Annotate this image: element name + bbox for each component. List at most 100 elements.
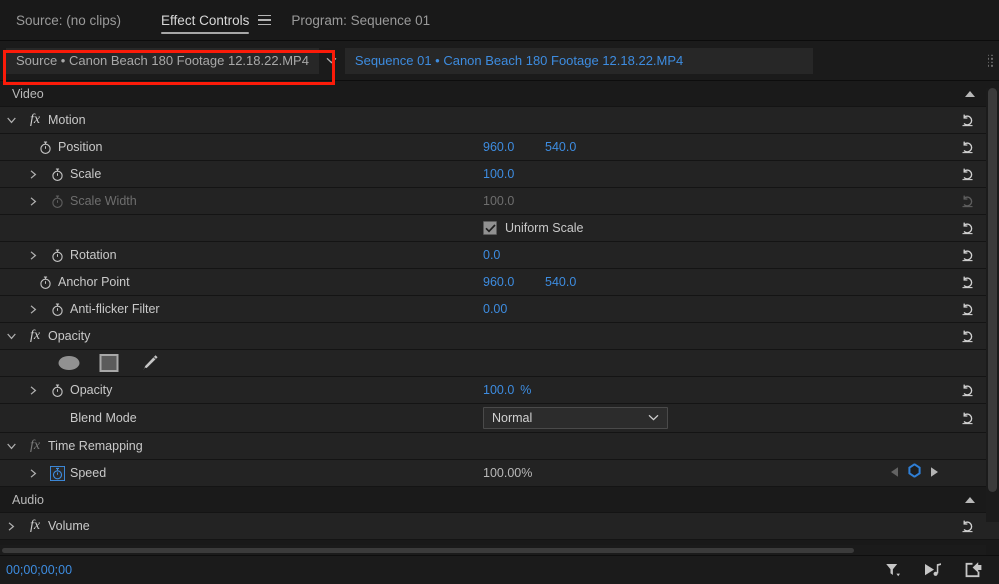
blend-mode-reset-icon[interactable] bbox=[959, 409, 977, 427]
rectangle-mask-icon[interactable] bbox=[96, 353, 122, 373]
opacity-effect-reset-icon[interactable] bbox=[959, 327, 977, 345]
anchor-point-values: 960.0 540.0 bbox=[483, 269, 607, 295]
time-remapping-disclosure-icon[interactable] bbox=[0, 443, 22, 450]
scale-stopwatch-icon[interactable] bbox=[44, 167, 70, 182]
opacity-disclosure-icon[interactable] bbox=[0, 333, 22, 340]
ellipse-mask-icon[interactable] bbox=[56, 353, 82, 373]
opacity-reset-icon[interactable] bbox=[959, 381, 977, 399]
anti-flicker-value[interactable]: 0.00 bbox=[483, 302, 545, 316]
property-uniform-scale[interactable]: Uniform Scale bbox=[0, 215, 999, 242]
panel-menu-icon[interactable] bbox=[255, 0, 273, 41]
scale-width-disclosure-icon[interactable] bbox=[22, 196, 44, 206]
anchor-point-stopwatch-icon[interactable] bbox=[32, 275, 58, 290]
anti-flicker-values: 0.00 bbox=[483, 296, 545, 322]
timecode-display[interactable]: 00;00;00;00 bbox=[0, 563, 72, 577]
anti-flicker-reset-icon[interactable] bbox=[959, 300, 977, 318]
effect-volume[interactable]: fx Volume bbox=[0, 513, 999, 540]
add-keyframe-icon[interactable] bbox=[908, 463, 921, 483]
motion-fx-icon: fx bbox=[29, 112, 41, 127]
panel-tab-bar: Source: (no clips) Effect Controls Progr… bbox=[0, 0, 999, 41]
property-speed[interactable]: Speed 100.00% bbox=[0, 460, 999, 487]
property-anti-flicker-filter[interactable]: Anti-flicker Filter 0.00 bbox=[0, 296, 999, 323]
panel-bottom-bar: 00;00;00;00 bbox=[0, 555, 999, 584]
vertical-scrollbar-thumb[interactable] bbox=[988, 88, 997, 492]
position-stopwatch-icon[interactable] bbox=[32, 140, 58, 155]
scale-disclosure-icon[interactable] bbox=[22, 169, 44, 179]
effect-time-remapping[interactable]: fx Time Remapping bbox=[0, 433, 999, 460]
panel-drag-grip[interactable] bbox=[987, 54, 993, 67]
property-anchor-point-label: Anchor Point bbox=[58, 275, 130, 289]
motion-reset-icon[interactable] bbox=[959, 111, 977, 129]
opacity-value[interactable]: 100.0 bbox=[483, 383, 514, 397]
property-scale-width[interactable]: Scale Width 100.0 bbox=[0, 188, 999, 215]
property-rotation[interactable]: Rotation 0.0 bbox=[0, 242, 999, 269]
effect-motion[interactable]: fx Motion bbox=[0, 107, 999, 134]
filter-effects-icon[interactable] bbox=[883, 560, 903, 580]
vertical-scrollbar[interactable] bbox=[986, 88, 999, 522]
section-header-audio[interactable]: Audio bbox=[0, 487, 999, 513]
property-scale-label: Scale bbox=[70, 167, 102, 181]
rotation-disclosure-icon[interactable] bbox=[22, 250, 44, 260]
motion-disclosure-icon[interactable] bbox=[0, 117, 22, 124]
section-header-video-label: Video bbox=[12, 86, 44, 101]
opacity-stopwatch-icon[interactable] bbox=[44, 383, 70, 398]
anti-flicker-disclosure-icon[interactable] bbox=[22, 304, 44, 314]
effect-opacity[interactable]: fx Opacity bbox=[0, 323, 999, 350]
horizontal-scrollbar-thumb[interactable] bbox=[2, 548, 854, 553]
anchor-point-reset-icon[interactable] bbox=[959, 273, 977, 291]
time-remapping-fx-icon: fx bbox=[29, 438, 41, 453]
volume-reset-icon[interactable] bbox=[959, 517, 977, 535]
property-opacity-label: Opacity bbox=[70, 383, 113, 397]
uniform-scale-reset-icon[interactable] bbox=[959, 219, 977, 237]
blend-mode-value: Normal bbox=[492, 411, 533, 425]
effect-controls-panel: Source: (no clips) Effect Controls Progr… bbox=[0, 0, 999, 584]
opacity-prop-disclosure-icon[interactable] bbox=[22, 385, 44, 395]
effect-time-remapping-label: Time Remapping bbox=[48, 439, 143, 453]
tab-source[interactable]: Source: (no clips) bbox=[16, 0, 139, 41]
tab-program[interactable]: Program: Sequence 01 bbox=[291, 0, 448, 41]
rotation-stopwatch-icon[interactable] bbox=[44, 248, 70, 263]
property-rotation-label: Rotation bbox=[70, 248, 117, 262]
blend-mode-dropdown[interactable]: Normal bbox=[483, 407, 668, 429]
scale-value[interactable]: 100.0 bbox=[483, 167, 545, 181]
uniform-scale-checkbox[interactable] bbox=[483, 221, 497, 235]
audio-collapse-arrow-icon[interactable] bbox=[963, 493, 977, 507]
anchor-point-x-value[interactable]: 960.0 bbox=[483, 275, 545, 289]
property-speed-label: Speed bbox=[70, 466, 107, 480]
speed-stopwatch-icon[interactable] bbox=[44, 465, 70, 481]
anti-flicker-stopwatch-icon[interactable] bbox=[44, 302, 70, 317]
rotation-value[interactable]: 0.0 bbox=[483, 248, 545, 262]
pen-mask-icon[interactable] bbox=[136, 353, 162, 373]
property-opacity[interactable]: Opacity 100.0 % bbox=[0, 377, 999, 404]
position-y-value[interactable]: 540.0 bbox=[545, 140, 607, 154]
previous-keyframe-icon[interactable] bbox=[890, 464, 899, 482]
anchor-point-y-value[interactable]: 540.0 bbox=[545, 275, 607, 289]
rotation-reset-icon[interactable] bbox=[959, 246, 977, 264]
play-audio-icon[interactable] bbox=[923, 560, 943, 580]
property-position[interactable]: Position 960.0 540.0 bbox=[0, 134, 999, 161]
breadcrumb-chevron-down-icon[interactable] bbox=[319, 57, 345, 64]
position-reset-icon[interactable] bbox=[959, 138, 977, 156]
export-frame-icon[interactable] bbox=[963, 560, 983, 580]
position-x-value[interactable]: 960.0 bbox=[483, 140, 545, 154]
horizontal-scrollbar[interactable] bbox=[0, 545, 986, 555]
scale-width-value: 100.0 bbox=[483, 194, 515, 208]
property-anchor-point[interactable]: Anchor Point 960.0 540.0 bbox=[0, 269, 999, 296]
section-header-video[interactable]: Video bbox=[0, 81, 999, 107]
scale-reset-icon[interactable] bbox=[959, 165, 977, 183]
speed-value[interactable]: 100.00% bbox=[483, 466, 532, 480]
video-collapse-arrow-icon[interactable] bbox=[963, 87, 977, 101]
property-anti-flicker-label: Anti-flicker Filter bbox=[70, 302, 160, 316]
breadcrumb-sequence-clip-label: Sequence 01 • Canon Beach 180 Footage 12… bbox=[354, 53, 684, 68]
volume-disclosure-icon[interactable] bbox=[0, 521, 22, 531]
section-header-audio-label: Audio bbox=[12, 492, 44, 507]
property-scale[interactable]: Scale 100.0 bbox=[0, 161, 999, 188]
property-blend-mode[interactable]: Blend Mode Normal bbox=[0, 404, 999, 433]
breadcrumb-sequence-clip[interactable]: Sequence 01 • Canon Beach 180 Footage 12… bbox=[344, 47, 694, 74]
breadcrumb-source-clip[interactable]: Source • Canon Beach 180 Footage 12.18.2… bbox=[6, 47, 319, 74]
speed-disclosure-icon[interactable] bbox=[22, 468, 44, 478]
next-keyframe-icon[interactable] bbox=[930, 464, 939, 482]
volume-fx-icon: fx bbox=[29, 518, 41, 533]
tab-effect-controls[interactable]: Effect Controls bbox=[161, 0, 255, 41]
speed-values: 100.00% bbox=[483, 460, 532, 486]
